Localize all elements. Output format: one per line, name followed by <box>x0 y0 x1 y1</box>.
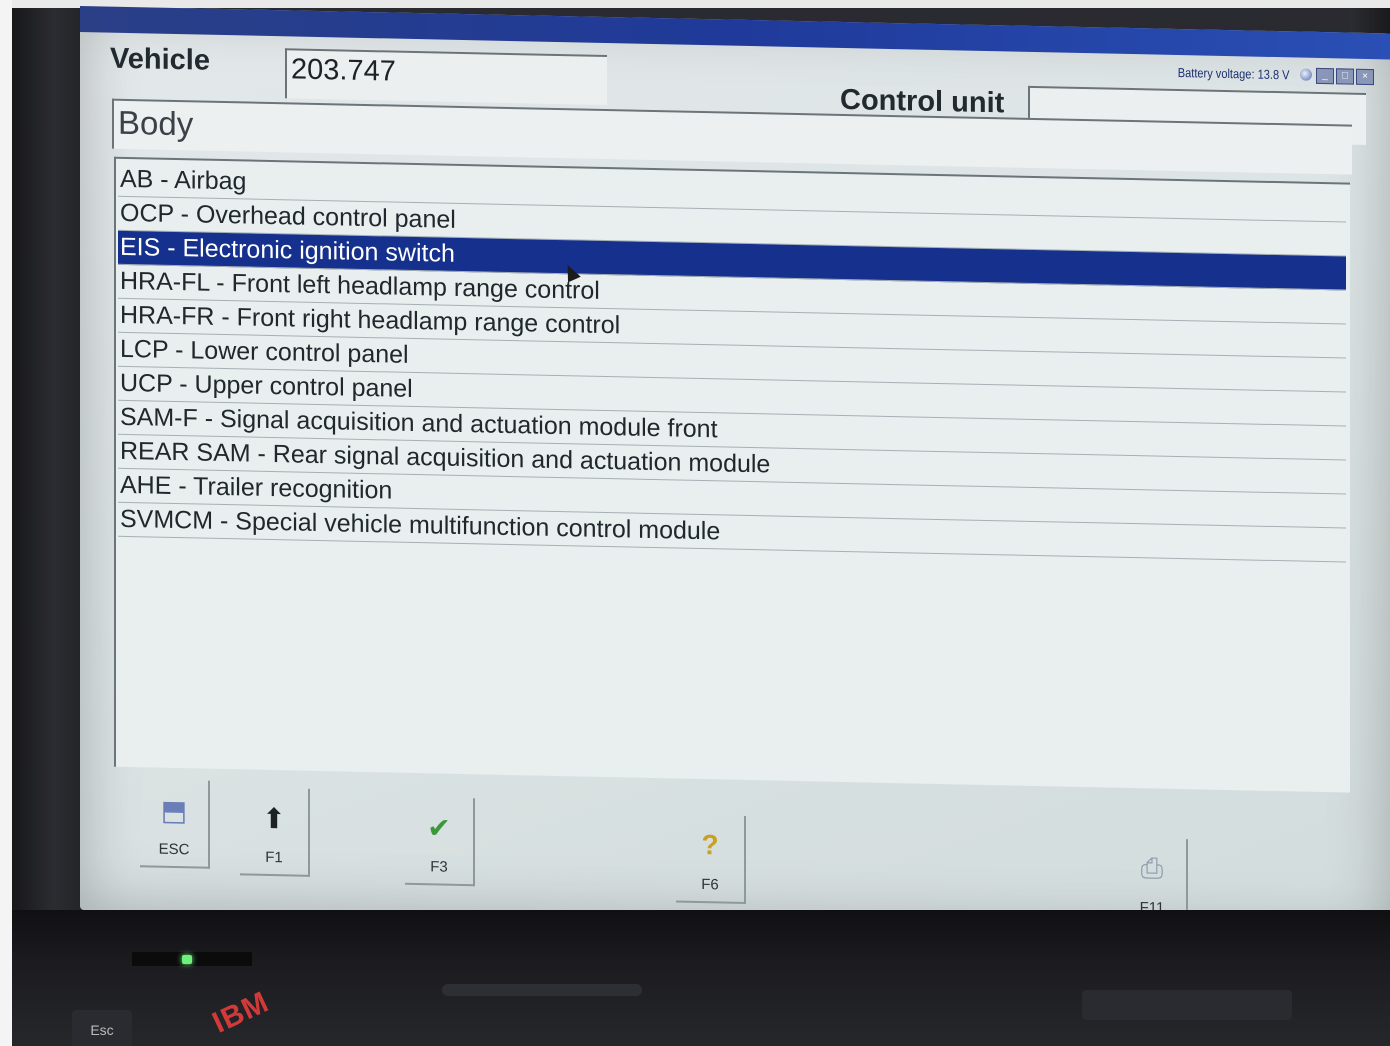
battery-voltage-readout: Battery voltage: 13.8 V <box>1178 65 1290 83</box>
checkmark-icon: ✔ <box>427 812 451 844</box>
battery-status-icon <box>1300 68 1312 81</box>
power-led-icon <box>182 955 192 964</box>
f3-button[interactable]: ✔ F3 <box>405 796 475 887</box>
vehicle-field[interactable]: 203.747 <box>285 48 607 106</box>
vehicle-label: Vehicle <box>110 42 210 77</box>
window-titlebar <box>80 6 1390 60</box>
esc-key-label: ESC <box>158 840 190 859</box>
f6-button[interactable]: ? F6 <box>676 814 746 904</box>
photo-top-strip <box>12 0 1390 8</box>
photo-margin <box>0 0 12 1046</box>
status-led-strip <box>132 952 252 966</box>
esc-button[interactable]: ⬒ ESC <box>140 779 210 869</box>
maximize-button[interactable]: □ <box>1336 68 1354 85</box>
help-question-icon: ? <box>701 829 719 861</box>
f1-key-label: F1 <box>265 848 283 867</box>
diagnostic-app-screen: Battery voltage: 13.8 V _ □ × Vehicle 20… <box>80 6 1390 938</box>
speaker-vent <box>1082 990 1292 1020</box>
ibm-logo: IBM <box>207 985 275 1040</box>
f3-key-label: F3 <box>430 858 448 876</box>
laptop-hinge <box>442 984 642 996</box>
up-arrow-icon: ⬆ <box>262 802 286 835</box>
control-unit-list[interactable]: AB - Airbag OCP - Overhead control panel… <box>114 156 1350 793</box>
screen-bezel-left <box>12 0 82 1046</box>
laptop-base: IBM Esc <box>12 910 1390 1046</box>
f6-key-label: F6 <box>701 876 719 894</box>
exit-door-icon: ⬒ <box>160 794 188 827</box>
close-button[interactable]: × <box>1356 68 1374 86</box>
print-icon: ⎙ <box>1140 852 1164 884</box>
f1-button[interactable]: ⬆ F1 <box>240 787 310 877</box>
minimize-button[interactable]: _ <box>1316 67 1334 85</box>
laptop-photo: Battery voltage: 13.8 V _ □ × Vehicle 20… <box>12 0 1390 1046</box>
keyboard-esc-key: Esc <box>72 1010 132 1046</box>
